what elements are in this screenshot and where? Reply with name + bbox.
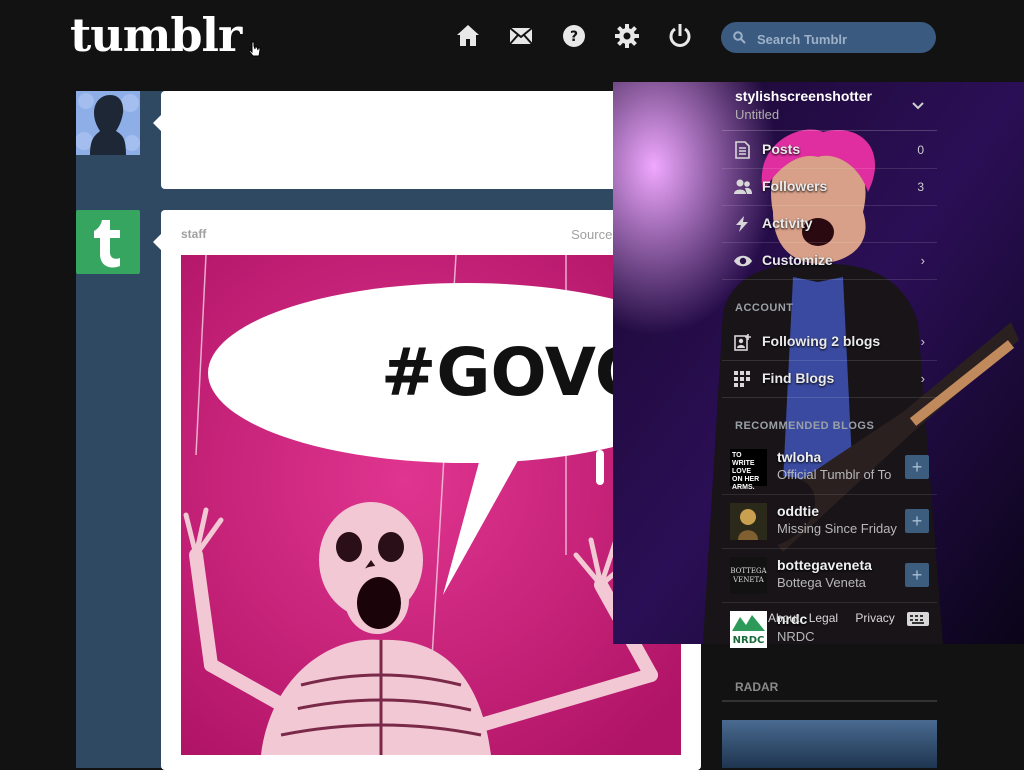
radar-section-header: RADAR bbox=[722, 674, 937, 702]
sidebar-item-label: Followers bbox=[762, 178, 828, 194]
eye-icon bbox=[734, 255, 752, 267]
post-photo[interactable]: #GOVOTE bbox=[181, 255, 681, 755]
follow-button[interactable]: + bbox=[905, 563, 929, 587]
recommended-blog[interactable]: oddtie Missing Since Friday + bbox=[722, 495, 937, 549]
follow-button[interactable]: + bbox=[905, 455, 929, 479]
followers-icon bbox=[734, 179, 752, 194]
sidebar-item-label: Following 2 blogs bbox=[762, 333, 881, 349]
keyboard-icon[interactable] bbox=[906, 611, 930, 627]
blog-name: bottegaveneta bbox=[777, 557, 872, 573]
home-icon[interactable] bbox=[454, 22, 482, 50]
chevron-right-icon: › bbox=[920, 371, 925, 386]
blog-selector[interactable]: stylishscreenshotter Untitled bbox=[722, 82, 937, 131]
sidebar-item-label: Find Blogs bbox=[762, 370, 835, 386]
activity-icon bbox=[736, 216, 748, 232]
govote-skeleton-image: #GOVOTE bbox=[181, 255, 681, 755]
blog-name: stylishscreenshotter bbox=[735, 88, 872, 104]
search-input[interactable] bbox=[755, 28, 929, 50]
tumblr-logo[interactable]: tumblr bbox=[70, 8, 242, 62]
nrdc-avatar: NRDC bbox=[730, 611, 767, 648]
following-icon bbox=[734, 334, 751, 351]
chevron-right-icon: › bbox=[920, 253, 925, 268]
blog-name: twloha bbox=[777, 449, 822, 465]
sidebar-item-customize[interactable]: Customize › bbox=[722, 242, 937, 280]
sidebar-item-find-blogs[interactable]: Find Blogs › bbox=[722, 360, 937, 398]
sidebar-item-activity[interactable]: Activity bbox=[722, 205, 937, 243]
blog-title: Untitled bbox=[735, 107, 780, 122]
sidebar-item-label: Customize bbox=[762, 252, 833, 268]
blog-subtitle: Missing Since Friday bbox=[777, 521, 897, 536]
recommended-blog[interactable]: TO WRITE LOVE ON HER ARMS. twloha Official T… bbox=[722, 441, 937, 495]
sidebar-item-following[interactable]: Following 2 blogs › bbox=[722, 323, 937, 361]
follow-button[interactable]: + bbox=[905, 509, 929, 533]
account-heading: ACCOUNT bbox=[735, 302, 794, 314]
cursor-icon bbox=[249, 41, 261, 57]
radar-post-preview[interactable] bbox=[722, 720, 937, 768]
sidebar-item-label: Posts bbox=[762, 141, 801, 157]
post-pointer bbox=[153, 115, 161, 131]
post-author[interactable]: staff bbox=[181, 227, 206, 241]
user-avatar[interactable] bbox=[76, 91, 140, 155]
blog-name: oddtie bbox=[777, 503, 819, 519]
followers-count: 3 bbox=[917, 180, 924, 194]
blog-subtitle: NRDC bbox=[777, 629, 815, 644]
sidebar-item-posts[interactable]: Posts 0 bbox=[722, 131, 937, 169]
gear-icon[interactable] bbox=[613, 22, 641, 50]
blog-subtitle: Bottega Veneta bbox=[777, 575, 866, 590]
oddtie-avatar bbox=[730, 503, 767, 540]
staff-avatar[interactable] bbox=[76, 210, 140, 274]
default-avatar-icon bbox=[76, 93, 140, 155]
posts-count: 0 bbox=[917, 143, 924, 157]
chevron-down-icon bbox=[912, 102, 924, 110]
tumblr-t-icon bbox=[94, 220, 120, 268]
help-icon[interactable]: ? bbox=[560, 22, 588, 50]
bottegaveneta-avatar: BOTTEGA VENETA bbox=[730, 557, 767, 594]
mail-icon[interactable] bbox=[507, 22, 535, 50]
posts-icon bbox=[735, 141, 750, 159]
footer-links: About Legal Privacy bbox=[768, 611, 895, 625]
blog-subtitle: Official Tumblr of To bbox=[777, 467, 892, 482]
post-pointer bbox=[153, 234, 161, 250]
find-blogs-icon bbox=[734, 371, 750, 387]
svg-text:NRDC: NRDC bbox=[733, 635, 765, 646]
privacy-link[interactable]: Privacy bbox=[855, 611, 894, 625]
power-icon[interactable] bbox=[666, 22, 694, 50]
search-icon bbox=[733, 31, 746, 44]
sidebar-item-followers[interactable]: Followers 3 bbox=[722, 168, 937, 206]
search-bar[interactable] bbox=[721, 22, 936, 53]
svg-text:?: ? bbox=[570, 29, 578, 45]
legal-link[interactable]: Legal bbox=[809, 611, 838, 625]
chevron-right-icon: › bbox=[920, 334, 925, 349]
twloha-avatar: TO WRITE LOVE ON HER ARMS. bbox=[730, 449, 767, 491]
recommended-blog[interactable]: BOTTEGA VENETA bottegaveneta Bottega Vene… bbox=[722, 549, 937, 603]
recommended-heading: RECOMMENDED BLOGS bbox=[735, 420, 875, 432]
about-link[interactable]: About bbox=[768, 611, 799, 625]
sidebar-item-label: Activity bbox=[762, 215, 813, 231]
radar-heading: RADAR bbox=[735, 680, 779, 694]
